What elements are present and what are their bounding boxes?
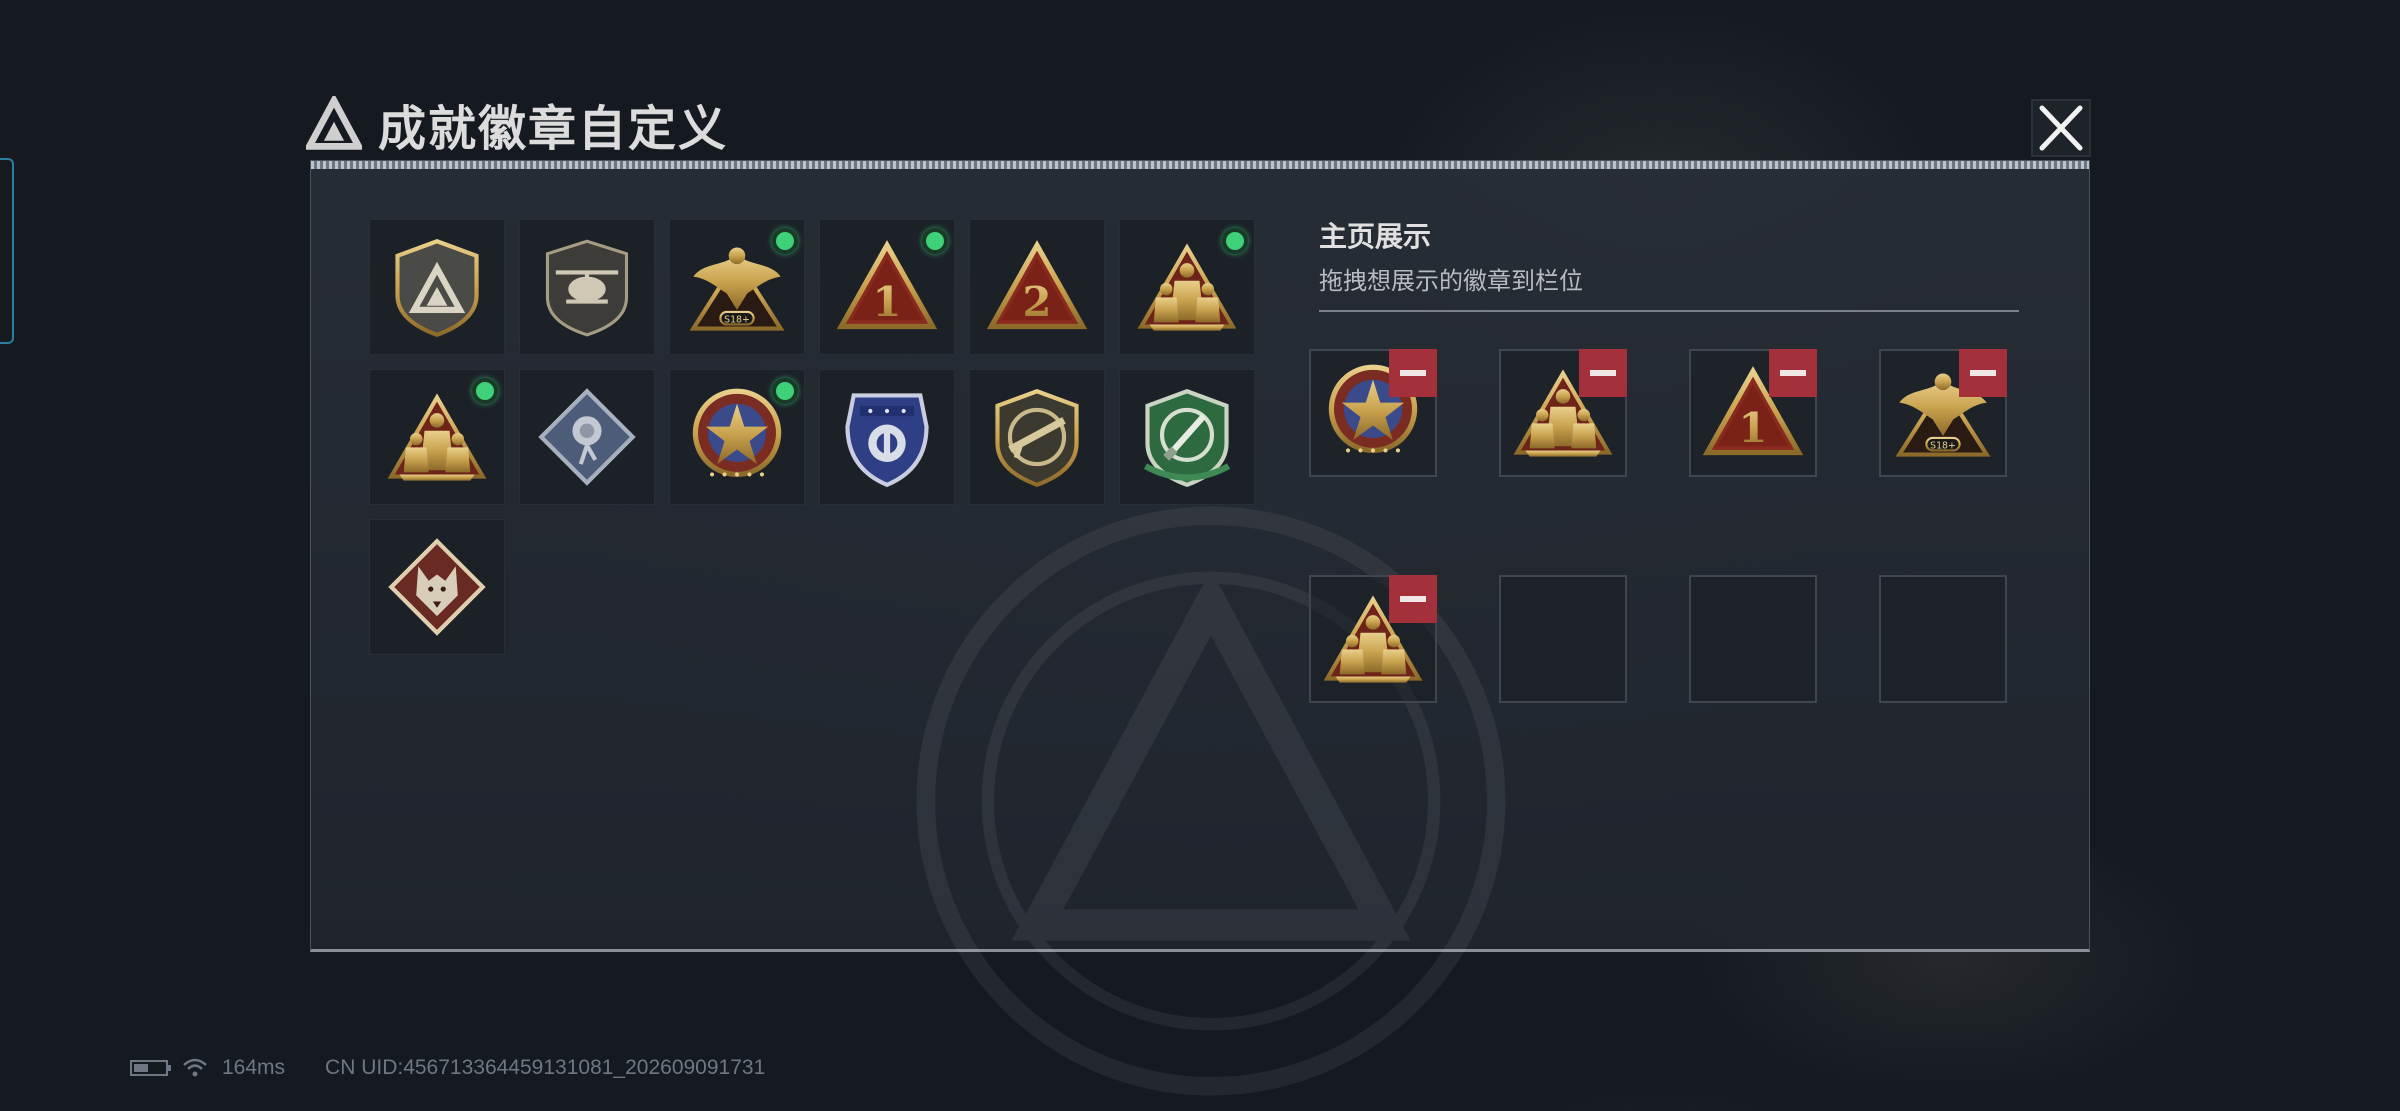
close-button[interactable] <box>2030 98 2092 158</box>
badge-cell[interactable] <box>519 369 655 505</box>
triangle-logo-icon <box>306 96 362 150</box>
status-bar: 164ms CN UID:456713364459131081_20260909… <box>130 1056 765 1080</box>
badge-cell[interactable] <box>819 219 955 355</box>
battery-icon <box>130 1060 171 1076</box>
showcase-slot-empty[interactable] <box>1499 575 1627 703</box>
close-icon <box>2031 99 2091 157</box>
minus-icon <box>1590 370 1616 376</box>
showcase-slot-empty[interactable] <box>1879 575 2007 703</box>
badge-cell[interactable] <box>969 369 1105 505</box>
minus-icon <box>1400 370 1426 376</box>
badge-cell[interactable] <box>1119 219 1255 355</box>
showcase-slot[interactable] <box>1879 349 2007 477</box>
badge-inventory-grid <box>369 219 1255 655</box>
remove-button[interactable] <box>1959 349 2007 397</box>
helicopter-badge-icon <box>535 235 639 339</box>
badge-cell[interactable] <box>969 219 1105 355</box>
showcase-subtitle: 拖拽想展示的徽章到栏位 <box>1319 267 1583 295</box>
rank-1-triangle-badge-icon <box>835 235 939 339</box>
badge-cell[interactable] <box>369 369 505 505</box>
showcase-slot[interactable] <box>1499 349 1627 477</box>
badge-cell[interactable] <box>669 219 805 355</box>
showcase-slot[interactable] <box>1309 575 1437 703</box>
remove-button[interactable] <box>1389 349 1437 397</box>
wifi-icon <box>183 1058 207 1077</box>
new-indicator-dot <box>922 228 948 254</box>
minus-icon <box>1970 370 1996 376</box>
soldiers-triangle-badge-icon <box>1135 235 1239 339</box>
remove-button[interactable] <box>1769 349 1817 397</box>
showcase-slot[interactable] <box>1309 349 1437 477</box>
badge-cell[interactable] <box>819 369 955 505</box>
badge-cell[interactable] <box>1119 369 1255 505</box>
dialog-header: 成就徽章自定义 <box>306 88 728 160</box>
showcase-slot[interactable] <box>1689 349 1817 477</box>
rose-diamond-badge-icon <box>535 385 639 489</box>
page-title: 成就徽章自定义 <box>378 101 729 157</box>
soldiers-triangle-badge-icon <box>385 385 489 489</box>
wolf-diamond-badge-icon <box>385 535 489 639</box>
badge-cell[interactable] <box>369 519 505 655</box>
side-panel-tab[interactable] <box>0 158 14 344</box>
shield-triangle-badge-icon <box>385 235 489 339</box>
new-indicator-dot <box>772 378 798 404</box>
new-indicator-dot <box>472 378 498 404</box>
eagle-s18-badge-icon <box>685 235 789 339</box>
showcase-title: 主页展示 <box>1319 220 1432 253</box>
new-indicator-dot <box>1222 228 1248 254</box>
rifle-shield-badge-icon <box>985 385 1089 489</box>
homepage-showcase: 主页展示 拖拽想展示的徽章到栏位 <box>1309 215 2029 703</box>
minus-icon <box>1780 370 1806 376</box>
uid-text: CN UID:456713364459131081_202609091731 <box>325 1056 766 1079</box>
badge-customize-panel: 主页展示 拖拽想展示的徽章到栏位 <box>310 160 2090 1096</box>
badge-cell[interactable] <box>669 369 805 505</box>
star-medal-badge-icon <box>685 385 789 489</box>
new-indicator-dot <box>772 228 798 254</box>
showcase-slot-empty[interactable] <box>1689 575 1817 703</box>
remove-button[interactable] <box>1389 575 1437 623</box>
badge-cell[interactable] <box>519 219 655 355</box>
green-knife-shield-badge-icon <box>1135 385 1239 489</box>
remove-button[interactable] <box>1579 349 1627 397</box>
divider <box>1319 310 2019 312</box>
badge-cell[interactable] <box>369 219 505 355</box>
ping-text: 164ms <box>222 1056 286 1079</box>
panel-top-bar <box>311 161 2089 169</box>
rank-2-triangle-badge-icon <box>985 235 1089 339</box>
minus-icon <box>1400 596 1426 602</box>
blue-police-badge-icon <box>835 385 939 489</box>
